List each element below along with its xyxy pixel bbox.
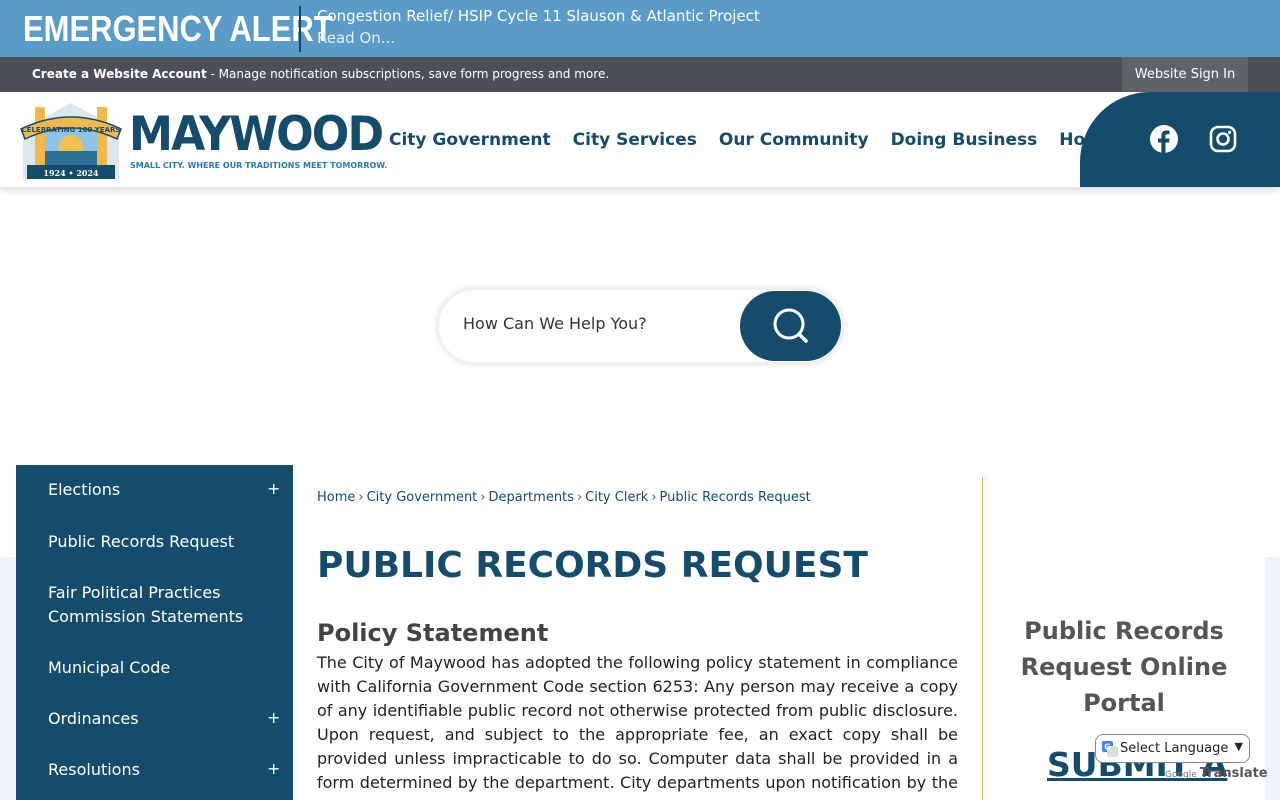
- sidebar-item-fppc-statements[interactable]: Fair Political Practices Commission Stat…: [48, 581, 263, 629]
- logo-wordmark: MAYWOOD: [129, 107, 384, 162]
- page-title: PUBLIC RECORDS REQUEST: [317, 545, 868, 586]
- account-description: - Manage notification subscriptions, sav…: [206, 67, 610, 81]
- language-select-label: Select Language: [1120, 741, 1229, 756]
- translate-label: Translate: [1199, 766, 1268, 781]
- breadcrumb-city-clerk[interactable]: City Clerk: [585, 490, 648, 505]
- sidebar-item-resolutions[interactable]: Resolutions: [48, 758, 140, 782]
- google-translate-icon: G: [1102, 741, 1118, 757]
- sidebar-item-municipal-code[interactable]: Municipal Code: [48, 656, 170, 680]
- breadcrumb-home[interactable]: Home: [317, 490, 355, 505]
- centennial-badge-icon: CELEBRATING 100 YEARS 1924 • 2024: [20, 103, 122, 179]
- column-divider: [982, 477, 983, 800]
- alert-read-on-link[interactable]: Read On...: [317, 29, 395, 47]
- search-icon: [773, 308, 808, 343]
- nav-our-community[interactable]: Our Community: [719, 130, 869, 150]
- sidebar-item-public-records-request[interactable]: Public Records Request: [48, 530, 234, 554]
- logo-tagline: SMALL CITY. WHERE OUR TRADITIONS MEET TO…: [130, 161, 388, 170]
- google-logo: Google: [1165, 770, 1197, 780]
- sidebar-expand-ordinances[interactable]: +: [267, 708, 280, 727]
- alert-headline-link[interactable]: Congestion Relief/ HSIP Cycle 11 Slauson…: [317, 7, 760, 25]
- emergency-alert-bar: EMERGENCY ALERT Congestion Relief/ HSIP …: [0, 0, 1280, 57]
- section-title: Policy Statement: [317, 619, 549, 647]
- site-search: [437, 288, 843, 364]
- chevron-down-icon: ▼: [1234, 740, 1243, 753]
- search-button[interactable]: [740, 291, 841, 361]
- nav-city-services[interactable]: City Services: [573, 130, 697, 150]
- sidebar-expand-elections[interactable]: +: [267, 479, 280, 498]
- google-translate-credit[interactable]: Google Translate: [1165, 766, 1268, 781]
- instagram-icon[interactable]: [1209, 125, 1237, 153]
- sidebar-item-ordinances[interactable]: Ordinances: [48, 707, 139, 731]
- search-input[interactable]: [463, 314, 733, 333]
- facebook-icon[interactable]: [1150, 125, 1178, 153]
- website-sign-in-button[interactable]: Website Sign In: [1122, 57, 1248, 92]
- main-nav: City Government City Services Our Commun…: [389, 130, 1186, 150]
- svg-text:G: G: [1104, 743, 1111, 752]
- language-select[interactable]: G Select Language ▼: [1095, 734, 1250, 763]
- alert-divider: [299, 6, 301, 52]
- policy-statement-text: The City of Maywood has adopted the foll…: [317, 653, 958, 800]
- breadcrumb: Home › City Government › Departments › City Cl…: [317, 490, 811, 505]
- breadcrumb-departments[interactable]: Departments: [488, 490, 573, 505]
- create-account-link[interactable]: Create a Website Account: [32, 67, 207, 81]
- site-header: CELEBRATING 100 YEARS 1924 • 2024 MAYWOO…: [0, 92, 1280, 187]
- sidebar-expand-resolutions[interactable]: +: [267, 759, 280, 778]
- portal-title: Public Records Request Online Portal: [1020, 617, 1228, 717]
- account-bar: Create a Website Account - Manage notifi…: [0, 57, 1280, 92]
- breadcrumb-city-government[interactable]: City Government: [367, 490, 478, 505]
- breadcrumb-current-page[interactable]: Public Records Request: [660, 490, 811, 505]
- social-links: [1080, 92, 1280, 187]
- site-logo[interactable]: CELEBRATING 100 YEARS 1924 • 2024 MAYWOO…: [17, 99, 388, 179]
- alert-title: EMERGENCY ALERT: [23, 8, 333, 49]
- account-message: Create a Website Account - Manage notifi…: [32, 67, 609, 81]
- nav-doing-business[interactable]: Doing Business: [891, 130, 1038, 150]
- nav-city-government[interactable]: City Government: [389, 130, 551, 150]
- sidebar-item-elections[interactable]: Elections: [48, 478, 120, 502]
- badge-text: CELEBRATING 100 YEARS: [22, 126, 121, 134]
- sidebar-nav: Elections + Public Records Request Fair …: [16, 465, 293, 800]
- badge-years: 1924 • 2024: [43, 168, 99, 178]
